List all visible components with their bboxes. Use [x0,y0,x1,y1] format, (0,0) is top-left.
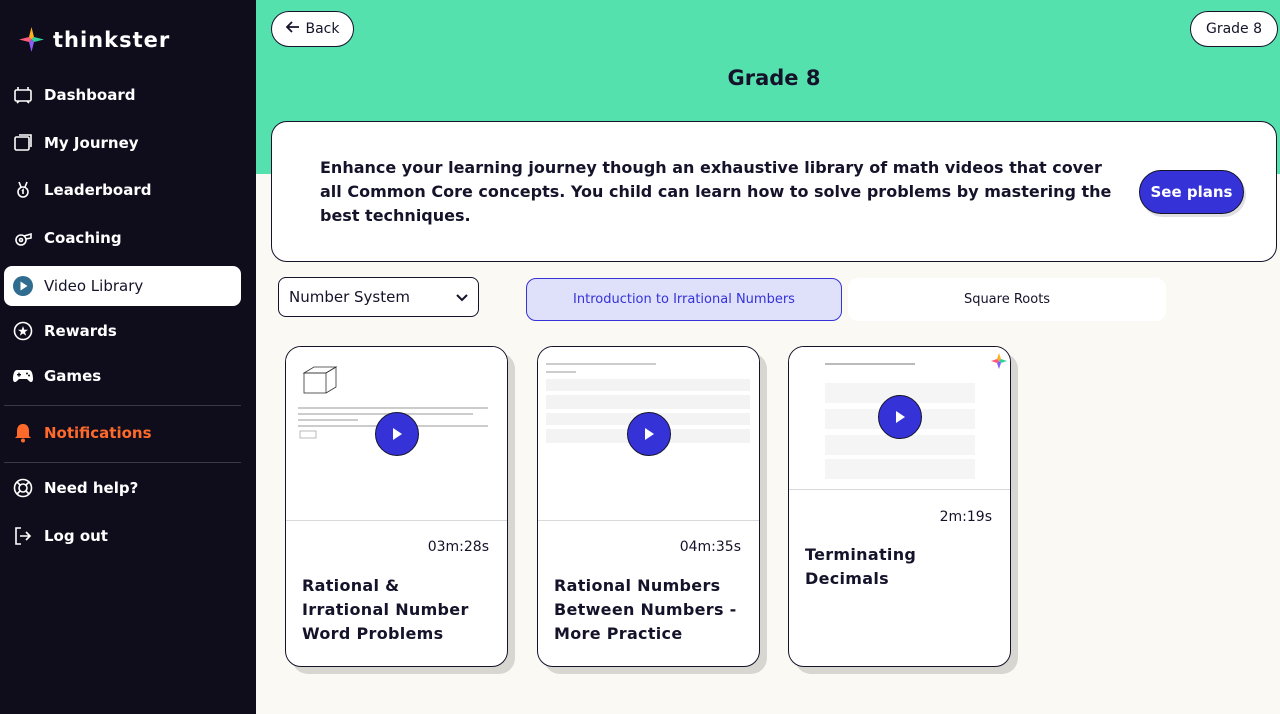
sidebar-item-need-help[interactable]: Need help? [4,468,241,508]
promo-card: Enhance your learning journey though an … [271,121,1277,262]
play-button[interactable] [878,395,922,439]
sidebar-item-label: Games [44,367,102,385]
video-duration: 04m:35s [679,539,741,555]
sidebar-item-rewards[interactable]: Rewards [4,311,241,351]
play-circle-icon [12,275,34,297]
sidebar-item-notifications[interactable]: Notifications [4,413,241,453]
video-thumbnail [286,347,507,521]
back-button[interactable]: Back [271,11,354,47]
video-duration: 03m:28s [427,539,489,555]
bell-icon [12,422,34,444]
video-title: Terminating Decimals [805,545,917,588]
play-button[interactable] [375,412,419,456]
promo-text: Enhance your learning journey though an … [320,158,1112,225]
tab-introduction-to-irrational-numbers[interactable]: Introduction to Irrational Numbers [526,278,842,321]
sidebar-item-label: Notifications [44,424,152,442]
logo-mark-icon [18,26,45,53]
gamepad-icon [12,365,34,387]
play-icon [645,428,654,440]
topic-select-value: Number System [289,288,410,306]
logo-text: thinkster [53,27,171,52]
logo[interactable]: thinkster [18,26,170,53]
chevron-down-icon [456,288,468,306]
play-icon [896,411,905,423]
video-card[interactable]: 03m:28s Rational & Irrational Number Wor… [285,346,508,667]
sidebar-item-label: Dashboard [44,86,136,104]
video-card[interactable]: 04m:35s Rational Numbers Between Numbers… [537,346,760,667]
sidebar-item-coaching[interactable]: Coaching [4,218,241,258]
grade-selector-button[interactable]: Grade 8 [1190,11,1278,47]
sidebar-item-video-library[interactable]: Video Library [4,266,241,306]
see-plans-button[interactable]: See plans [1139,170,1244,214]
sidebar-item-label: Leaderboard [44,181,152,199]
topic-select[interactable]: Number System [278,277,479,317]
page-title: Grade 8 [727,66,821,90]
sidebar-item-label: Need help? [44,479,139,497]
sidebar-item-log-out[interactable]: Log out [4,516,241,556]
trophy-icon [12,179,34,201]
play-icon [393,428,402,440]
sidebar-item-games[interactable]: Games [4,356,241,396]
sidebar-item-leaderboard[interactable]: Leaderboard [4,170,241,210]
play-button[interactable] [627,412,671,456]
sidebar-item-label: Log out [44,527,108,545]
sidebar-item-my-journey[interactable]: My Journey [4,123,241,163]
video-thumbnail [789,347,1010,490]
dashboard-icon [12,84,34,106]
sidebar-item-label: Video Library [44,277,144,295]
sidebar-item-label: My Journey [44,134,139,152]
sidebar-item-label: Rewards [44,322,117,340]
sidebar-divider [4,405,241,406]
sidebar-item-dashboard[interactable]: Dashboard [4,75,241,115]
video-title: Rational Numbers Between Numbers - More … [554,576,737,643]
lifebuoy-icon [12,477,34,499]
video-thumbnail [538,347,759,521]
video-duration: 2m:19s [939,509,992,525]
back-label: Back [305,21,340,37]
video-title: Rational & Irrational Number Word Proble… [302,576,469,643]
sidebar-divider [4,462,241,463]
star-icon [12,320,34,342]
sidebar-item-label: Coaching [44,229,122,247]
sidebar: thinkster Dashboard My Journey Leaderboa… [0,0,256,714]
arrow-left-icon [285,21,300,37]
video-card[interactable]: 2m:19s Terminating Decimals [788,346,1011,667]
journey-icon [12,132,34,154]
whistle-icon [12,227,34,249]
logout-icon [12,525,34,547]
tab-square-roots[interactable]: Square Roots [848,278,1166,321]
